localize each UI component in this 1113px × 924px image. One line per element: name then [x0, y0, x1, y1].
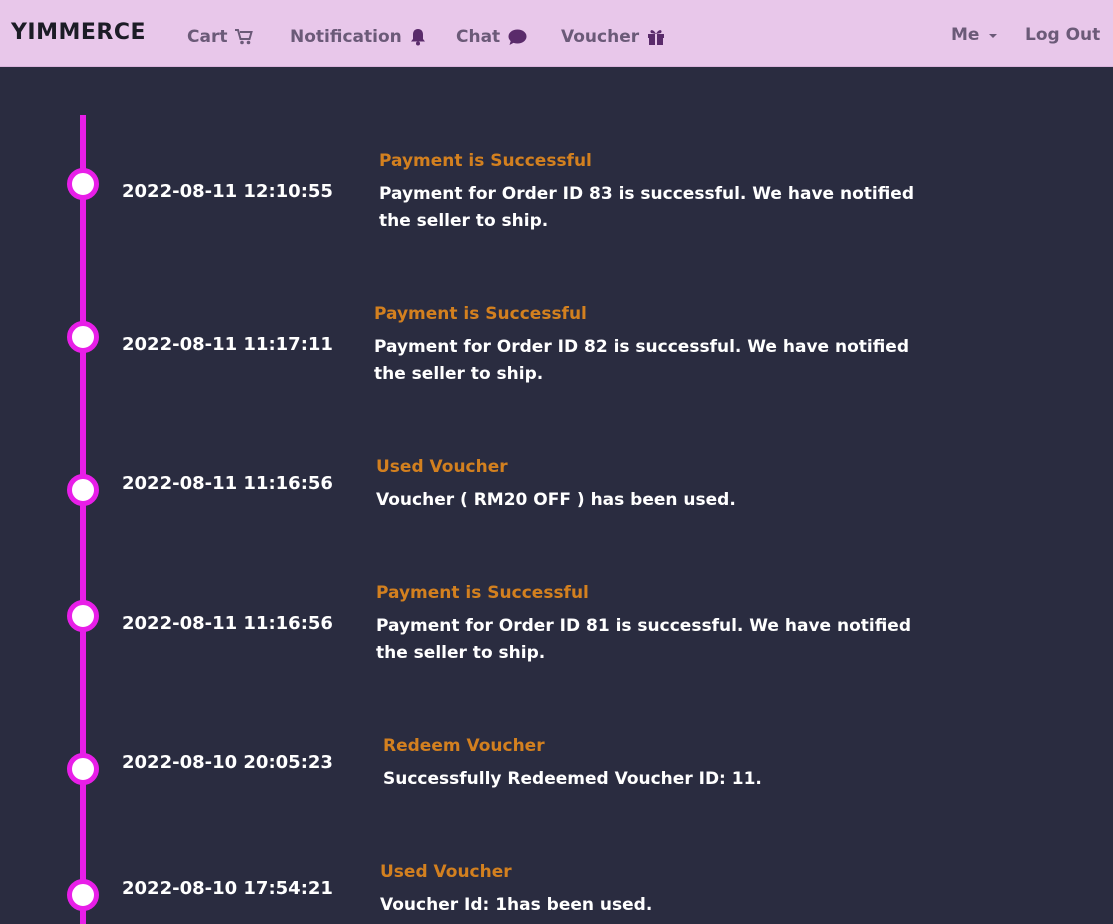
timeline-dot — [67, 168, 99, 200]
event-content: Used Voucher Voucher Id: 1has been used. — [380, 862, 940, 919]
event-content: Redeem Voucher Successfully Redeemed Vou… — [383, 736, 943, 793]
bell-icon — [410, 28, 426, 46]
nav-me-label: Me — [951, 25, 980, 45]
event-date: 2022-08-10 20:05:23 — [122, 752, 333, 773]
event-date: 2022-08-11 12:10:55 — [122, 181, 333, 202]
nav-cart-label: Cart — [187, 27, 228, 47]
nav-voucher-link[interactable]: Voucher — [561, 27, 665, 47]
nav-voucher-label: Voucher — [561, 27, 640, 47]
timeline-dot — [67, 474, 99, 506]
event-body: Payment for Order ID 82 is successful. W… — [374, 337, 910, 384]
event-date: 2022-08-10 17:54:21 — [122, 878, 333, 899]
event-content: Payment is Successful Payment for Order … — [374, 304, 934, 388]
event-date: 2022-08-11 11:17:11 — [122, 334, 333, 355]
chevron-down-icon — [989, 34, 998, 38]
nav-notification-label: Notification — [290, 27, 402, 47]
gift-icon — [647, 28, 665, 46]
event-title: Payment is Successful — [376, 583, 589, 603]
nav-chat-link[interactable]: Chat — [456, 27, 527, 47]
event-body: Voucher ( RM20 OFF ) has been used. — [376, 490, 736, 510]
event-title: Payment is Successful — [379, 151, 592, 171]
nav-chat-label: Chat — [456, 27, 501, 47]
timeline-line — [80, 115, 86, 924]
event-content: Payment is Successful Payment for Order … — [376, 583, 936, 667]
timeline-dot — [67, 879, 99, 911]
top-navbar: YIMMERCE Cart Notification Chat Voucher … — [0, 0, 1113, 67]
nav-logout-label: Log Out — [1025, 25, 1101, 45]
timeline-dot — [67, 600, 99, 632]
event-title: Used Voucher — [376, 457, 508, 477]
event-title: Used Voucher — [380, 862, 512, 882]
cart-icon — [235, 29, 254, 45]
event-body: Voucher Id: 1has been used. — [380, 895, 653, 915]
event-title: Redeem Voucher — [383, 736, 545, 756]
chat-bubble-icon — [508, 29, 527, 46]
timeline-dot — [67, 321, 99, 353]
event-content: Payment is Successful Payment for Order … — [379, 151, 939, 235]
event-body: Successfully Redeemed Voucher ID: 11. — [383, 769, 762, 789]
nav-notification-link[interactable]: Notification — [290, 27, 426, 47]
timeline-dot — [67, 753, 99, 785]
brand-logo[interactable]: YIMMERCE — [11, 20, 146, 45]
nav-me-dropdown[interactable]: Me — [951, 25, 998, 45]
nav-logout-link[interactable]: Log Out — [1025, 25, 1100, 45]
event-title: Payment is Successful — [374, 304, 587, 324]
event-date: 2022-08-11 11:16:56 — [122, 473, 333, 494]
event-content: Used Voucher Voucher ( RM20 OFF ) has be… — [376, 457, 936, 514]
nav-cart-link[interactable]: Cart — [187, 27, 254, 47]
event-body: Payment for Order ID 83 is successful. W… — [379, 184, 915, 231]
event-body: Payment for Order ID 81 is successful. W… — [376, 616, 912, 663]
event-date: 2022-08-11 11:16:56 — [122, 613, 333, 634]
